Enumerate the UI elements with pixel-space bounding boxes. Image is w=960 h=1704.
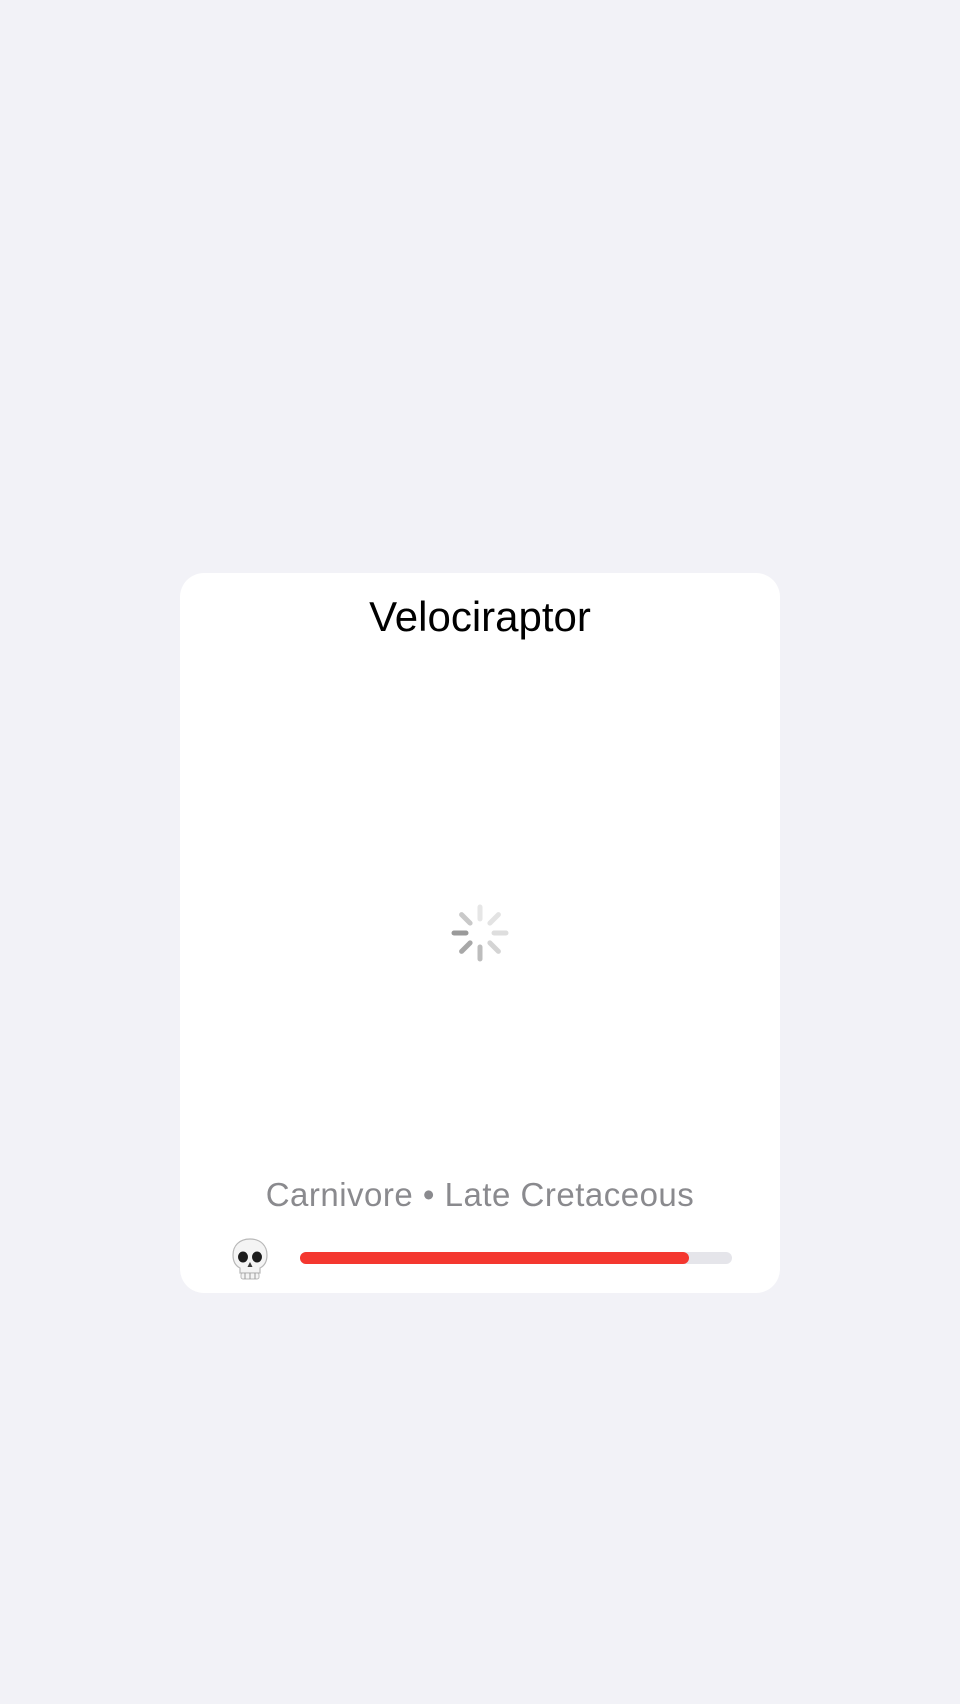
card-title: Velociraptor bbox=[369, 593, 591, 640]
dinosaur-card: Velociraptor Carnivore • Late Cretaceous bbox=[180, 573, 780, 1293]
skull-icon bbox=[232, 1238, 268, 1280]
activity-spinner-icon bbox=[451, 904, 509, 962]
threat-level-fill bbox=[300, 1252, 689, 1264]
threat-level-row bbox=[230, 1237, 732, 1281]
card-subtitle: Carnivore • Late Cretaceous bbox=[265, 1176, 695, 1213]
threat-level-bar bbox=[300, 1252, 732, 1264]
